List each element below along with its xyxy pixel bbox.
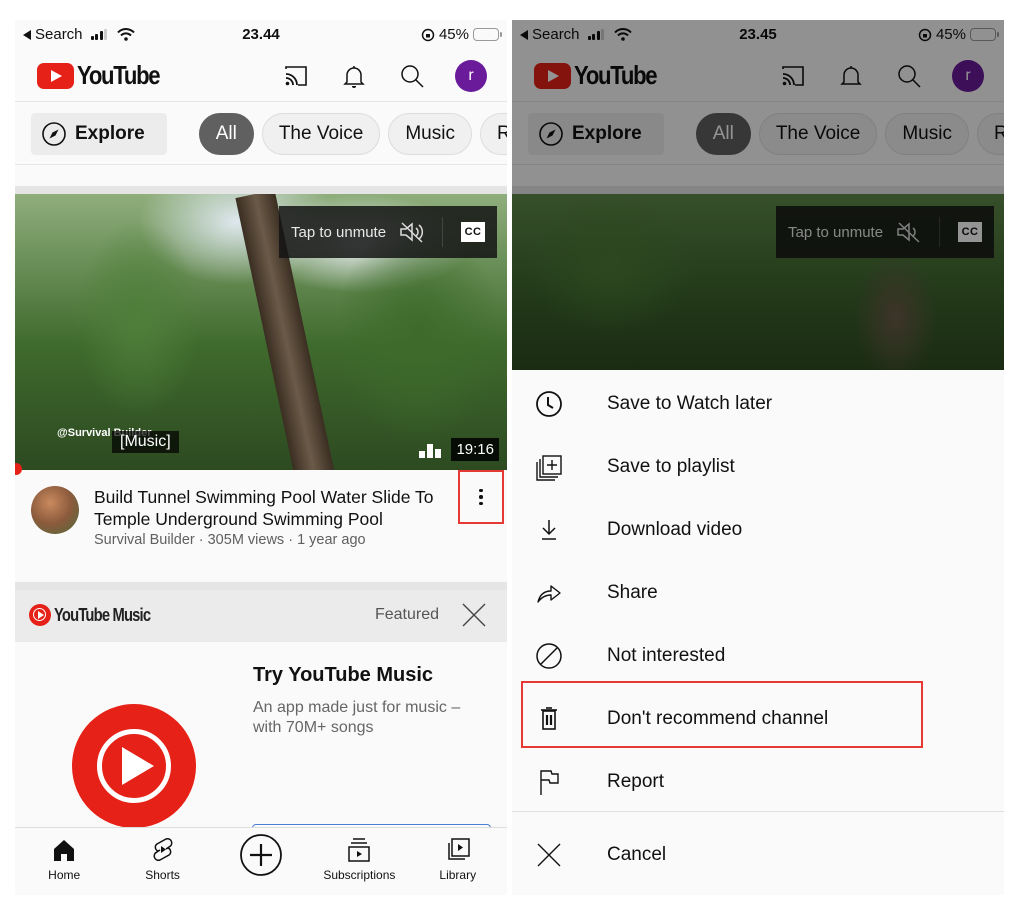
youtube-logo[interactable]: YouTube	[37, 60, 174, 91]
nav-subscriptions[interactable]: Subscriptions	[314, 828, 404, 882]
nav-label: Home	[48, 868, 81, 882]
menu-not-interested[interactable]: Not interested	[512, 624, 1004, 687]
promo-header: YouTube Music Featured	[15, 590, 507, 642]
chip-music[interactable]: Music	[388, 112, 472, 155]
menu-divider	[512, 811, 1004, 812]
youtube-music-large-icon	[72, 704, 196, 828]
youtube-music-logo: YouTube Music	[29, 604, 171, 626]
bottom-navigation: Home Shorts Subscriptions Library	[15, 827, 507, 895]
menu-cancel[interactable]: Cancel	[512, 823, 1004, 886]
shorts-icon	[153, 837, 173, 862]
explore-button[interactable]: Explore	[31, 112, 167, 155]
chip-the-voice[interactable]: The Voice	[261, 112, 381, 155]
subscriptions-icon	[348, 838, 371, 862]
bell-icon[interactable]	[339, 61, 369, 91]
battery-percent: 45%	[438, 26, 469, 43]
promo-description: An app made just for music – with 70M+ s…	[253, 699, 461, 736]
menu-report[interactable]: Report	[512, 750, 1004, 813]
account-avatar[interactable]: r	[455, 60, 487, 92]
status-bar: Search 23.44 45%	[15, 20, 507, 50]
playlist-add-icon	[536, 454, 562, 481]
kebab-dot	[479, 488, 483, 493]
home-icon	[54, 840, 75, 861]
close-icon	[537, 843, 561, 866]
menu-label: Cancel	[607, 843, 667, 865]
share-icon	[537, 584, 561, 603]
menu-label: Save to Watch later	[607, 392, 773, 414]
app-header: YouTube r	[15, 50, 507, 102]
promo-card[interactable]: Try YouTube Music An app made just for m…	[15, 642, 507, 844]
orientation-lock-icon	[421, 28, 435, 41]
menu-label: Share	[607, 581, 658, 603]
search-icon[interactable]	[397, 61, 427, 91]
close-icon[interactable]	[461, 602, 487, 628]
menu-label: Not interested	[607, 644, 726, 666]
nav-home[interactable]: Home	[19, 828, 109, 882]
modal-backdrop[interactable]	[512, 20, 1004, 370]
menu-label: Save to playlist	[607, 455, 735, 477]
menu-download-video[interactable]: Download video	[512, 498, 1004, 561]
compass-icon	[42, 121, 66, 146]
nav-shorts[interactable]: Shorts	[118, 828, 208, 882]
closed-caption-text: [Music]	[112, 431, 179, 453]
menu-share[interactable]: Share	[512, 561, 1004, 624]
nav-label: Subscriptions	[323, 868, 396, 882]
options-bottom-sheet: Save to Watch later Save to playlist Dow…	[512, 370, 1004, 895]
nav-label: Shorts	[145, 868, 180, 882]
clock-icon	[536, 390, 562, 417]
audio-bars-icon	[419, 444, 441, 458]
channel-avatar[interactable]	[31, 486, 79, 534]
more-options-button[interactable]	[458, 470, 504, 524]
featured-label: Featured	[374, 606, 439, 623]
menu-label: Download video	[607, 518, 743, 540]
battery-icon	[473, 28, 502, 41]
explore-label: Explore	[75, 122, 145, 144]
kebab-dot	[479, 501, 483, 506]
create-icon	[240, 834, 282, 876]
promo-title: Try YouTube Music	[253, 664, 434, 686]
menu-save-watch-later[interactable]: Save to Watch later	[512, 372, 1004, 435]
muted-speaker-icon	[400, 222, 424, 243]
home-feed-screen: Search 23.44 45% YouTube r Explore All T…	[15, 20, 507, 895]
download-icon	[542, 519, 556, 540]
youtube-play-icon	[37, 62, 74, 89]
tap-to-unmute-overlay[interactable]: Tap to unmute CC	[279, 206, 497, 258]
video-title[interactable]: Build Tunnel Swimming Pool Water Slide T…	[94, 486, 464, 530]
logo-text: YouTube	[77, 60, 161, 90]
video-duration: 19:16	[451, 438, 499, 461]
youtube-music-icon	[29, 604, 51, 626]
promo-brand: YouTube Music	[54, 604, 151, 625]
menu-label: Report	[607, 770, 665, 792]
kebab-dot	[479, 495, 483, 499]
filter-chips: Explore All The Voice Music Ra	[15, 103, 507, 165]
overlay-divider	[442, 217, 444, 247]
menu-save-playlist[interactable]: Save to playlist	[512, 435, 1004, 498]
section-divider	[15, 186, 507, 194]
video-options-screen: Search 23.45 45% YouTube r Explore All T…	[512, 20, 1004, 895]
nav-label: Library	[439, 868, 477, 882]
chip-partial[interactable]: Ra	[479, 112, 507, 155]
video-info: Build Tunnel Swimming Pool Water Slide T…	[15, 470, 507, 582]
cast-icon[interactable]	[281, 61, 311, 91]
section-divider	[15, 582, 507, 590]
video-player-preview[interactable]: Tap to unmute CC @Survival Builder [Musi…	[15, 194, 507, 470]
unmute-label: Tap to unmute	[291, 223, 387, 241]
nav-create[interactable]	[216, 828, 306, 882]
flag-icon	[540, 769, 559, 795]
chip-all[interactable]: All	[198, 112, 254, 155]
block-icon	[536, 642, 562, 669]
nav-library[interactable]: Library	[413, 828, 503, 882]
highlight-box	[521, 681, 923, 748]
captions-button[interactable]: CC	[461, 222, 486, 242]
video-metadata: Survival Builder · 305M views · 1 year a…	[94, 532, 366, 548]
library-icon	[448, 838, 470, 860]
